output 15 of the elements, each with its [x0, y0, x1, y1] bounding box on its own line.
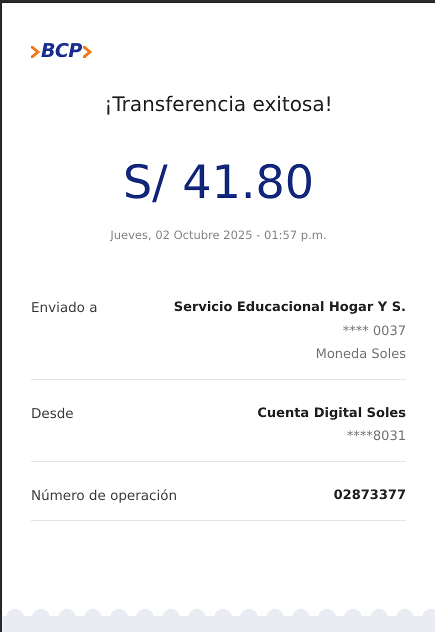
amount: S/ 41.80	[122, 159, 315, 205]
detail-subtext: **** 0037	[342, 322, 406, 341]
detail-value: Cuenta Digital Soles	[257, 404, 406, 423]
detail-value: 02873377	[334, 486, 406, 505]
logo: BCP	[41, 42, 82, 61]
detail-label: Desde	[31, 404, 74, 424]
detail-subtext: ****8031	[346, 428, 406, 446]
date-time: Jueves, 02 Octubre 2025 - 01:57 p.m.	[108, 227, 328, 244]
chevron-icon	[31, 46, 40, 58]
detail-value: Servicio Educacional Hogar Y S.	[174, 299, 406, 318]
detail-label: Enviado a	[31, 299, 98, 318]
success-title: ¡Transferencia exitosa!	[103, 91, 334, 118]
chevron-icon	[82, 46, 92, 58]
detail-label: Número de operación	[31, 486, 178, 506]
detail-subtext: Moneda Soles	[316, 346, 406, 364]
